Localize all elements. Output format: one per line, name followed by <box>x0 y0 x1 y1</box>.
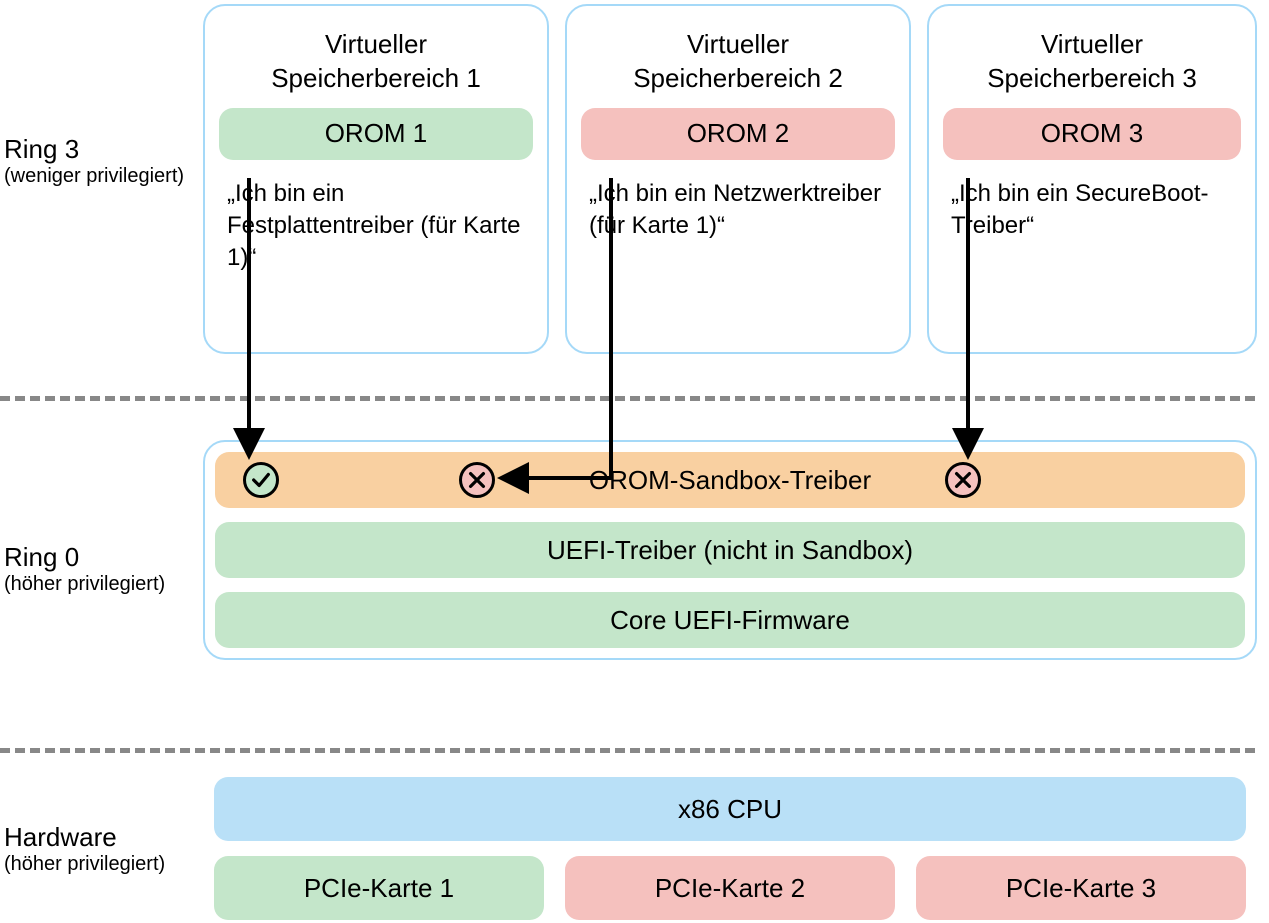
hardware-title: Hardware <box>4 822 165 853</box>
orom-3-desc: „Ich bin ein SecureBoot-Treiber“ <box>939 178 1245 251</box>
pcie-card-2: PCIe-Karte 2 <box>565 856 895 920</box>
orom-2-desc: „Ich bin ein Netzwerktreiber (für Karte … <box>577 178 899 251</box>
orom-2-pill: OROM 2 <box>581 108 895 160</box>
vmem-box-2: VirtuellerSpeicherbereich 2 OROM 2 „Ich … <box>565 4 911 354</box>
divider-1 <box>0 396 1255 401</box>
pcie-card-3: PCIe-Karte 3 <box>916 856 1246 920</box>
orom-sandbox-bar: OROM-Sandbox-Treiber <box>215 452 1245 508</box>
divider-2 <box>0 748 1255 753</box>
orom-1-pill: OROM 1 <box>219 108 533 160</box>
vmem-title-1: VirtuellerSpeicherbereich 1 <box>215 28 537 96</box>
vmem-title-2: VirtuellerSpeicherbereich 2 <box>577 28 899 96</box>
check-icon <box>243 462 279 498</box>
vmem-box-1: VirtuellerSpeicherbereich 1 OROM 1 „Ich … <box>203 4 549 354</box>
hardware-sub: (höher privilegiert) <box>4 853 165 876</box>
ring0-sub: (höher privilegiert) <box>4 573 165 596</box>
x-icon-1 <box>459 462 495 498</box>
vmem-title-3: VirtuellerSpeicherbereich 3 <box>939 28 1245 96</box>
uefi-core-bar: Core UEFI-Firmware <box>215 592 1245 648</box>
ring3-sub: (weniger privilegiert) <box>4 165 184 188</box>
x-icon-2 <box>945 462 981 498</box>
ring0-title: Ring 0 <box>4 542 165 573</box>
ring3-label: Ring 3 (weniger privilegiert) <box>4 134 184 188</box>
vmem-box-3: VirtuellerSpeicherbereich 3 OROM 3 „Ich … <box>927 4 1257 354</box>
ring3-title: Ring 3 <box>4 134 184 165</box>
cpu-bar: x86 CPU <box>214 777 1246 841</box>
ring0-box: OROM-Sandbox-Treiber UEFI-Treiber (nicht… <box>203 440 1257 660</box>
pcie-card-1: PCIe-Karte 1 <box>214 856 544 920</box>
hardware-label: Hardware (höher privilegiert) <box>4 822 165 876</box>
uefi-drivers-bar: UEFI-Treiber (nicht in Sandbox) <box>215 522 1245 578</box>
orom-3-pill: OROM 3 <box>943 108 1241 160</box>
ring0-label: Ring 0 (höher privilegiert) <box>4 542 165 596</box>
orom-1-desc: „Ich bin ein Festplattentreiber (für Kar… <box>215 178 537 283</box>
